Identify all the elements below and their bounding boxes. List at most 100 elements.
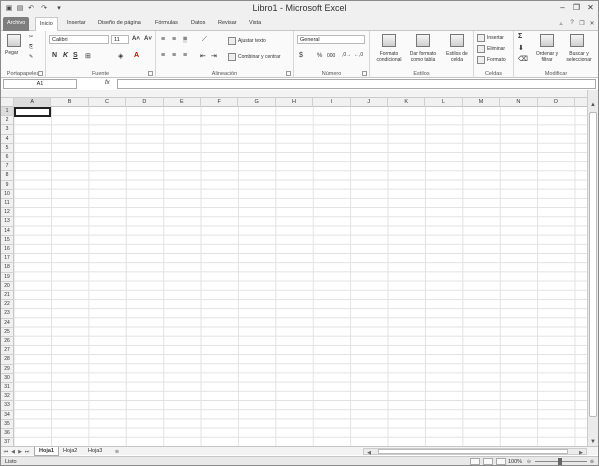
- sheet-tab-hoja2[interactable]: Hoja2: [59, 447, 81, 456]
- currency-icon[interactable]: $: [299, 52, 303, 59]
- column-header-a[interactable]: A: [14, 98, 52, 107]
- minimize-icon[interactable]: –: [556, 2, 569, 13]
- horizontal-scroll-thumb[interactable]: [378, 449, 568, 454]
- tab-vista[interactable]: Vista: [245, 17, 265, 31]
- font-size-combo[interactable]: 11: [111, 35, 129, 44]
- row-header-18[interactable]: 18: [1, 263, 14, 273]
- next-sheet-icon[interactable]: ▶: [17, 448, 23, 455]
- row-header-28[interactable]: 28: [1, 355, 14, 365]
- row-header-36[interactable]: 36: [1, 429, 14, 439]
- wrap-text-button[interactable]: Ajustar texto: [228, 37, 266, 45]
- row-header-31[interactable]: 31: [1, 383, 14, 393]
- workbook-restore-icon[interactable]: ❐: [577, 18, 587, 28]
- align-center-icon[interactable]: ≡: [172, 52, 176, 59]
- workbook-close-icon[interactable]: ✕: [587, 18, 597, 28]
- find-select-button[interactable]: Buscar y seleccionar: [562, 51, 596, 63]
- row-header-3[interactable]: 3: [1, 125, 14, 135]
- align-middle-icon[interactable]: ≡: [172, 36, 176, 43]
- conditional-format-button[interactable]: Formato condicional: [372, 51, 406, 63]
- italic-button[interactable]: K: [63, 52, 68, 59]
- zoom-in-icon[interactable]: ⊕: [589, 458, 595, 465]
- cut-icon[interactable]: ✂: [29, 34, 33, 40]
- vertical-scrollbar[interactable]: ▲ ▼: [587, 90, 598, 446]
- decrease-decimal-icon[interactable]: ←,0: [354, 52, 363, 58]
- close-icon[interactable]: ✕: [584, 2, 597, 13]
- row-header-16[interactable]: 16: [1, 245, 14, 255]
- row-header-34[interactable]: 34: [1, 410, 14, 420]
- row-header-29[interactable]: 29: [1, 364, 14, 374]
- column-header-d[interactable]: D: [126, 98, 164, 107]
- bold-button[interactable]: N: [52, 52, 57, 59]
- row-header-23[interactable]: 23: [1, 309, 14, 319]
- decrease-indent-icon[interactable]: ⇤: [200, 52, 206, 60]
- row-header-5[interactable]: 5: [1, 143, 14, 153]
- font-color-icon[interactable]: A: [134, 52, 139, 59]
- insert-cells-button[interactable]: Insertar: [477, 34, 504, 42]
- portapapeles-launcher-icon[interactable]: [38, 71, 43, 76]
- increase-decimal-icon[interactable]: ,0→: [342, 52, 351, 58]
- vertical-scroll-thumb[interactable]: [589, 112, 597, 417]
- row-header-6[interactable]: 6: [1, 153, 14, 163]
- align-top-icon[interactable]: ≡: [161, 36, 165, 43]
- normal-view-icon[interactable]: [470, 458, 480, 465]
- number-format-combo[interactable]: General: [297, 35, 365, 44]
- row-header-25[interactable]: 25: [1, 327, 14, 337]
- align-right-icon[interactable]: ≡: [183, 52, 187, 59]
- row-header-19[interactable]: 19: [1, 272, 14, 282]
- tab-datos[interactable]: Datos: [187, 17, 209, 31]
- column-header-g[interactable]: G: [238, 98, 276, 107]
- cell-styles-button[interactable]: Estilos de celda: [442, 51, 472, 63]
- column-header-k[interactable]: K: [388, 98, 426, 107]
- sheet-tab-hoja1[interactable]: Hoja1: [34, 447, 59, 456]
- new-sheet-icon[interactable]: ⊕: [112, 448, 122, 455]
- numero-launcher-icon[interactable]: [362, 71, 367, 76]
- grow-font-icon[interactable]: A˄: [132, 36, 140, 42]
- zoom-out-icon[interactable]: ⊖: [526, 458, 532, 465]
- shrink-font-icon[interactable]: A˅: [144, 36, 152, 42]
- find-select-icon[interactable]: [570, 34, 584, 47]
- zoom-slider-knob[interactable]: [558, 458, 562, 465]
- tab-inicio[interactable]: Inicio: [35, 17, 58, 32]
- row-header-35[interactable]: 35: [1, 419, 14, 429]
- scroll-left-icon[interactable]: ◀: [366, 449, 372, 456]
- copy-icon[interactable]: ⎘: [29, 44, 33, 50]
- sort-filter-button[interactable]: Ordenar y filtrar: [532, 51, 562, 63]
- sort-filter-icon[interactable]: [540, 34, 554, 47]
- row-header-24[interactable]: 24: [1, 318, 14, 328]
- column-header-c[interactable]: C: [89, 98, 127, 107]
- fuente-launcher-icon[interactable]: [148, 71, 153, 76]
- column-header-m[interactable]: M: [463, 98, 501, 107]
- alineacion-launcher-icon[interactable]: [286, 71, 291, 76]
- row-header-15[interactable]: 15: [1, 235, 14, 245]
- format-cells-button[interactable]: Formato: [477, 56, 506, 64]
- row-header-17[interactable]: 17: [1, 254, 14, 264]
- clear-icon[interactable]: ⌫: [518, 55, 528, 63]
- column-header-o[interactable]: O: [538, 98, 575, 107]
- row-header-7[interactable]: 7: [1, 162, 14, 172]
- row-header-26[interactable]: 26: [1, 337, 14, 347]
- scroll-down-icon[interactable]: ▼: [588, 437, 598, 446]
- format-as-table-button[interactable]: Dar formato como tabla: [406, 51, 440, 63]
- restore-icon[interactable]: ❐: [570, 2, 583, 13]
- underline-button[interactable]: S: [73, 52, 78, 59]
- select-all-corner[interactable]: [1, 98, 14, 107]
- page-break-view-icon[interactable]: [496, 458, 506, 465]
- paste-button[interactable]: Pegar: [5, 50, 18, 56]
- orientation-icon[interactable]: ⟋: [202, 36, 207, 44]
- column-header-i[interactable]: I: [313, 98, 351, 107]
- row-header-2[interactable]: 2: [1, 116, 14, 126]
- column-header-h[interactable]: H: [276, 98, 314, 107]
- scroll-up-icon[interactable]: ▲: [588, 100, 598, 109]
- insert-function-button[interactable]: fx: [105, 80, 110, 86]
- row-header-13[interactable]: 13: [1, 217, 14, 227]
- row-header-37[interactable]: 37: [1, 438, 14, 446]
- cell-styles-icon[interactable]: [450, 34, 464, 47]
- align-left-icon[interactable]: ≡: [161, 52, 165, 59]
- delete-cells-button[interactable]: Eliminar: [477, 45, 505, 53]
- help-ribbon-collapse-icon[interactable]: ▵: [556, 18, 566, 28]
- row-header-27[interactable]: 27: [1, 346, 14, 356]
- row-header-12[interactable]: 12: [1, 208, 14, 218]
- row-header-1[interactable]: 1: [1, 107, 14, 117]
- row-header-10[interactable]: 10: [1, 189, 14, 199]
- column-header-n[interactable]: N: [500, 98, 538, 107]
